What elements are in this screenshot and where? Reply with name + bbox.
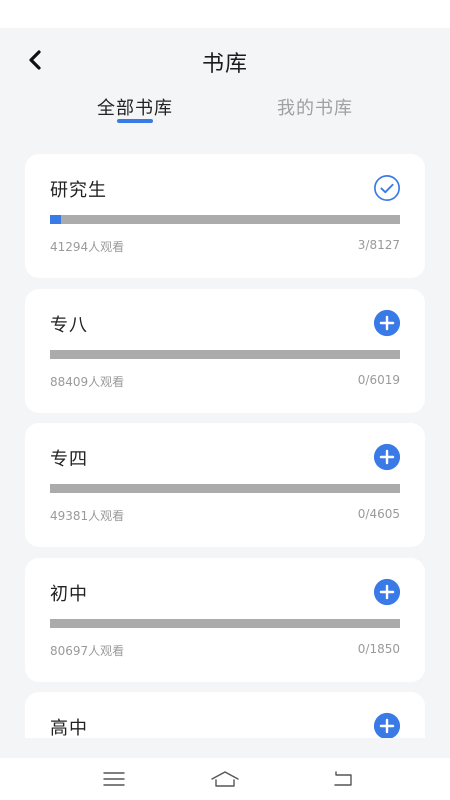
nav-menu-button[interactable] <box>94 766 134 792</box>
progress-fill <box>50 215 61 224</box>
progress-bar <box>50 350 400 359</box>
nav-back-button[interactable] <box>323 766 363 792</box>
book-name: 专四 <box>50 449 88 470</box>
nav-home-button[interactable] <box>205 766 245 792</box>
plus-circle-icon <box>373 309 401 337</box>
progress-bar <box>50 484 400 493</box>
word-count: 3/8127 <box>357 238 400 252</box>
add-book-button[interactable] <box>373 443 401 471</box>
book-list[interactable]: 研究生 41294人观看 3/8127 专八 88409人观看 0/6019 专… <box>0 140 450 738</box>
home-icon <box>211 771 239 787</box>
viewer-count: 88409人观看 <box>50 375 125 389</box>
status-bar <box>0 0 450 28</box>
book-card-tem8[interactable]: 专八 88409人观看 0/6019 <box>25 289 425 413</box>
tab-my-books[interactable]: 我的书库 <box>250 94 380 120</box>
word-count: 0/1850 <box>357 642 400 656</box>
plus-circle-icon <box>373 712 401 738</box>
check-circle-icon <box>374 175 400 201</box>
plus-circle-icon <box>373 578 401 606</box>
plus-circle-icon <box>373 443 401 471</box>
viewer-count: 41294人观看 <box>50 240 125 254</box>
progress-bar <box>50 619 400 628</box>
progress-bar <box>50 215 400 224</box>
add-book-button[interactable] <box>373 578 401 606</box>
menu-icon <box>103 772 125 786</box>
word-count: 0/4605 <box>357 507 400 521</box>
viewer-count: 49381人观看 <box>50 509 125 523</box>
tab-indicator <box>117 119 153 123</box>
add-book-button[interactable] <box>373 309 401 337</box>
book-card-graduate[interactable]: 研究生 41294人观看 3/8127 <box>25 154 425 278</box>
back-icon <box>334 771 352 786</box>
system-nav-bar <box>0 758 450 800</box>
word-count: 0/6019 <box>357 373 400 387</box>
book-card-tem4[interactable]: 专四 49381人观看 0/4605 <box>25 423 425 547</box>
book-name: 初中 <box>50 584 88 605</box>
viewer-count: 80697人观看 <box>50 644 125 658</box>
book-card-junior-high[interactable]: 初中 80697人观看 0/1850 <box>25 558 425 682</box>
book-name: 专八 <box>50 315 88 336</box>
book-card-senior-high[interactable]: 高中 <box>25 692 425 738</box>
book-name: 高中 <box>50 718 88 738</box>
tab-all-books[interactable]: 全部书库 <box>70 94 200 120</box>
header: 书库 全部书库 我的书库 <box>0 28 450 140</box>
add-book-button[interactable] <box>373 712 401 738</box>
added-button[interactable] <box>373 174 401 202</box>
book-name: 研究生 <box>50 180 107 201</box>
page-title: 书库 <box>201 52 248 77</box>
